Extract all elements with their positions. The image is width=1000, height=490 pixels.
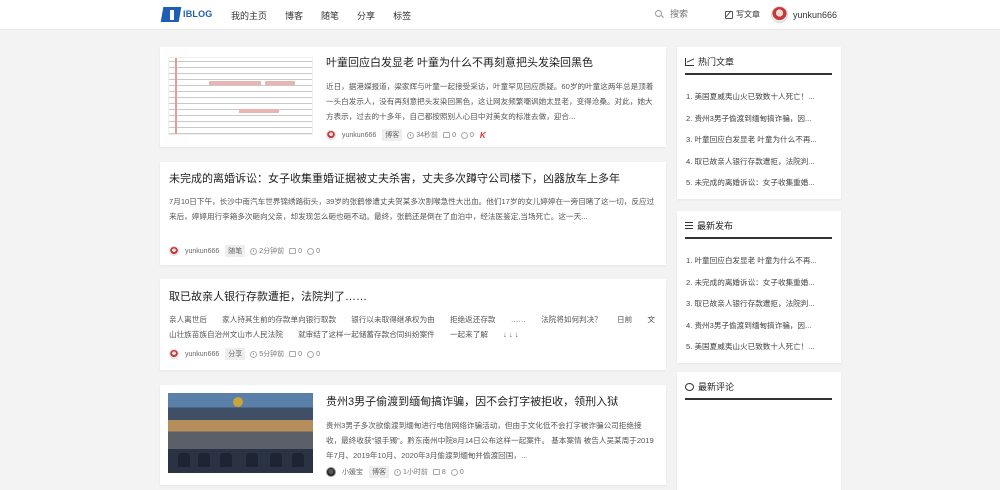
like-count: 0	[316, 350, 320, 358]
comment-count: 0	[298, 247, 303, 255]
comment-icon	[289, 351, 297, 357]
widget-title: 热门文章	[698, 57, 735, 67]
nav-home[interactable]: 我的主页	[231, 9, 267, 22]
post-card: 未完成的离婚诉讼：女子收集重婚证据被丈夫杀害，丈夫多次蹲守公司楼下，凶器放车上多…	[160, 162, 666, 265]
logo-icon	[160, 5, 182, 23]
widget-header: 最新发布	[685, 219, 832, 239]
hot-articles-widget: 热门文章 1. 美国夏威夷山火已致数十人死亡！... 2. 贵州3男子偷渡到缅甸…	[677, 47, 841, 199]
post-tag[interactable]: 博客	[382, 129, 403, 141]
like-icon[interactable]	[307, 350, 315, 358]
search-box	[655, 9, 716, 19]
post-time: 2分钟前	[259, 248, 285, 255]
avatar[interactable]	[169, 246, 179, 256]
post-meta: yunkun666 随笔 2分钟前 0 0	[169, 245, 657, 257]
list-icon	[685, 222, 693, 229]
nav-tags[interactable]: 标签	[393, 9, 411, 22]
post-meta: yunkun666 分享 5分钟前 0 0	[169, 348, 657, 360]
nav-share[interactable]: 分享	[357, 9, 375, 22]
clock-icon	[250, 247, 258, 255]
post-time: 34秒前	[416, 132, 439, 139]
post-tag[interactable]: 随笔	[225, 245, 246, 257]
like-count: 0	[316, 247, 320, 255]
post-thumbnail[interactable]	[168, 57, 313, 135]
comment-icon	[685, 382, 694, 391]
post-meta: 小媛宝 博客 1小时前 8 0	[326, 466, 656, 478]
chart-icon	[685, 57, 694, 66]
like-icon[interactable]	[450, 468, 458, 476]
list-item[interactable]: 3. 叶童回应白发显老 叶童为什么不再...	[686, 134, 834, 156]
post-time: 5分钟前	[259, 351, 285, 358]
latest-comments-widget: 最新评论	[677, 372, 841, 490]
latest-posts-widget: 最新发布 1. 叶童回应白发显老 叶童为什么不再... 2. 未完成的离婚诉讼：…	[677, 211, 841, 363]
post-excerpt: 亲人离世后 家人持其生前的存款单向银行取款 银行以未取得继承权为由 拒绝返还存款…	[169, 315, 655, 339]
post-tag[interactable]: 分享	[225, 348, 246, 360]
latest-posts-list: 1. 叶童回应白发显老 叶童为什么不再... 2. 未完成的离婚诉讼：女子收集重…	[686, 255, 834, 363]
write-article-label: 写文章	[736, 10, 760, 19]
like-count: 0	[459, 468, 464, 476]
comment-count: 0	[298, 350, 303, 358]
comment-count: 0	[452, 131, 456, 139]
post-author[interactable]: yunkun666	[342, 132, 376, 139]
post-title[interactable]: 贵州3男子偷渡到缅甸搞诈骗，因不会打字被拒收，领刑入狱	[326, 395, 656, 409]
post-title[interactable]: 取已故亲人银行存款遭拒，法院判了……	[169, 290, 657, 304]
user-menu[interactable]: yunkun666	[771, 6, 837, 23]
widget-header: 热门文章	[685, 55, 832, 75]
list-item[interactable]: 5. 未完成的离婚诉讼：女子收集重婚...	[686, 177, 834, 199]
post-meta: yunkun666 博客 34秒前 0 0 K	[326, 129, 656, 141]
top-navbar: IBLOG 我的主页 博客 随笔 分享 标签 写文章 yunkun666	[0, 0, 1000, 30]
post-title[interactable]: 叶童回应白发显老 叶童为什么不再刻意把头发染回黑色	[326, 56, 656, 70]
post-tag[interactable]: 博客	[369, 466, 389, 478]
widget-title: 最新发布	[697, 221, 734, 231]
nav-blog[interactable]: 博客	[285, 9, 303, 22]
post-excerpt: 近日，据港媒报道，梁家辉与叶童一起接受采访，叶童罕见回应质疑。60岁的叶童这两年…	[326, 82, 654, 121]
avatar[interactable]	[771, 6, 788, 23]
list-item[interactable]: 2. 未完成的离婚诉讼：女子收集重婚...	[686, 277, 834, 299]
clock-icon	[250, 350, 258, 358]
post-author[interactable]: 小媛宝	[342, 467, 363, 477]
post-title[interactable]: 未完成的离婚诉讼：女子收集重婚证据被丈夫杀害，丈夫多次蹲守公司楼下，凶器放车上多…	[169, 172, 657, 186]
username[interactable]: yunkun666	[793, 10, 837, 20]
widget-title: 最新评论	[698, 382, 735, 392]
site-logo[interactable]: IBLOG	[160, 5, 213, 23]
nav-essay[interactable]: 随笔	[321, 9, 339, 22]
post-author[interactable]: yunkun666	[185, 351, 219, 358]
list-item[interactable]: 1. 叶童回应白发显老 叶童为什么不再...	[686, 255, 834, 277]
like-icon[interactable]	[460, 131, 468, 139]
post-excerpt: 7月10日下午，长沙中南汽车世界锦绣路街头，39岁的张鹤惨遭丈夫贺某多次割喉急性…	[169, 197, 655, 221]
like-count: 0	[469, 131, 474, 139]
comment-icon	[289, 248, 297, 254]
post-card: 叶童回应白发显老 叶童为什么不再刻意把头发染回黑色 近日，据港媒报道，梁家辉与叶…	[160, 47, 666, 147]
search-icon[interactable]	[655, 9, 664, 19]
post-thumbnail[interactable]	[168, 393, 313, 473]
main-nav: 我的主页 博客 随笔 分享 标签	[231, 0, 429, 30]
hot-articles-list: 1. 美国夏威夷山火已致数十人死亡！... 2. 贵州3男子偷渡到缅甸搞诈骗，因…	[686, 91, 834, 199]
widget-header: 最新评论	[685, 380, 832, 400]
list-item[interactable]: 4. 贵州3男子偷渡到缅甸搞诈骗，因...	[686, 320, 834, 342]
share-icon[interactable]: K	[480, 131, 486, 140]
logo-text: IBLOG	[183, 9, 213, 19]
list-item[interactable]: 5. 美国夏威夷山火已致数十人死亡！...	[686, 341, 834, 363]
edit-icon	[725, 10, 733, 19]
write-article-button[interactable]: 写文章	[725, 9, 760, 20]
post-time: 1小时前	[403, 469, 428, 476]
comment-icon	[432, 469, 440, 475]
list-item[interactable]: 4. 取已故亲人银行存款遭拒，法院判...	[686, 156, 834, 178]
list-item[interactable]: 3. 取已故亲人银行存款遭拒，法院判...	[686, 298, 834, 320]
post-card: 贵州3男子偷渡到缅甸搞诈骗，因不会打字被拒收，领刑入狱 贵州3男子多次欲偷渡到缅…	[160, 385, 666, 485]
avatar[interactable]	[326, 130, 336, 140]
list-item[interactable]: 1. 美国夏威夷山火已致数十人死亡！...	[686, 91, 834, 113]
list-item[interactable]: 2. 贵州3男子偷渡到缅甸搞诈骗，因...	[686, 113, 834, 135]
comment-count: 8	[441, 468, 446, 476]
like-icon[interactable]	[307, 247, 315, 255]
avatar[interactable]	[326, 467, 336, 477]
post-card: 取已故亲人银行存款遭拒，法院判了…… 亲人离世后 家人持其生前的存款单向银行取款…	[160, 279, 666, 370]
post-excerpt: 贵州3男子多次欲偷渡到缅甸进行电信网络诈骗活动，但由于文化低不会打字被诈骗公司拒…	[326, 421, 654, 460]
clock-icon	[407, 131, 415, 139]
post-author[interactable]: yunkun666	[185, 248, 219, 255]
clock-icon	[394, 468, 401, 476]
comment-icon	[443, 132, 451, 138]
search-input[interactable]	[670, 9, 716, 19]
avatar[interactable]	[169, 349, 179, 359]
